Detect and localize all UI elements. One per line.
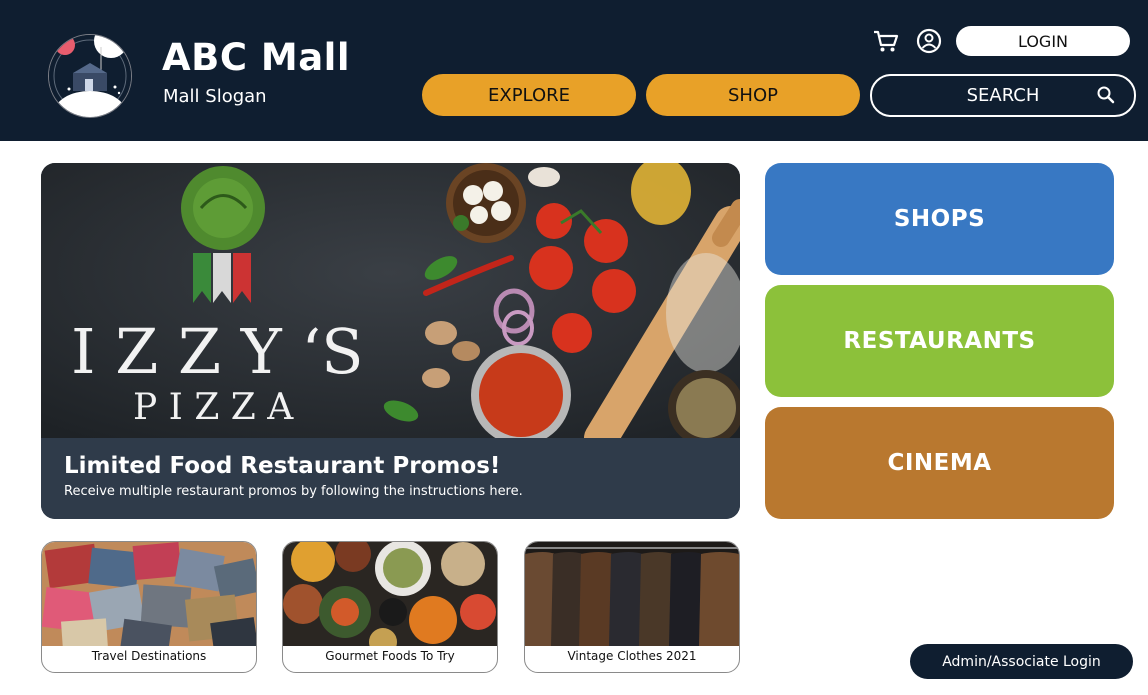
- card-label: Gourmet Foods To Try: [325, 649, 455, 663]
- hero-title: Limited Food Restaurant Promos!: [64, 453, 501, 479]
- site-header: ABC Mall Mall Slogan EXPLORE SHOP SEARCH…: [0, 0, 1148, 141]
- restaurants-button[interactable]: RESTAURANTS: [765, 285, 1114, 397]
- admin-login-button[interactable]: Admin/Associate Login: [910, 644, 1133, 679]
- shops-button[interactable]: SHOPS: [765, 163, 1114, 275]
- hero-brand-line1: I Z Z Y ‘S: [71, 315, 364, 388]
- travel-collage-image: [42, 542, 256, 646]
- hero-image: I Z Z Y ‘S P I Z Z A: [41, 163, 740, 438]
- brand-slogan: Mall Slogan: [163, 86, 267, 107]
- cart-icon[interactable]: [872, 27, 900, 55]
- search-bar[interactable]: SEARCH: [870, 74, 1136, 117]
- shop-button[interactable]: SHOP: [646, 74, 860, 116]
- explore-button[interactable]: EXPLORE: [422, 74, 636, 116]
- card-travel-destinations[interactable]: Travel Destinations: [41, 541, 257, 673]
- brand-title: ABC Mall: [162, 36, 351, 79]
- vintage-clothes-image: [525, 542, 739, 646]
- hero-promo[interactable]: I Z Z Y ‘S P I Z Z A Limited Food Restau…: [41, 163, 740, 519]
- search-icon[interactable]: [1096, 85, 1116, 105]
- user-circle-icon[interactable]: [915, 27, 943, 55]
- card-label: Travel Destinations: [91, 649, 207, 663]
- gourmet-foods-image: [283, 542, 497, 646]
- cinema-button[interactable]: CINEMA: [765, 407, 1114, 519]
- mall-logo[interactable]: [48, 34, 132, 118]
- login-button[interactable]: LOGIN: [956, 26, 1130, 56]
- search-label: SEARCH: [966, 85, 1040, 106]
- card-label: Vintage Clothes 2021: [567, 649, 697, 663]
- hero-subtitle[interactable]: Receive multiple restaurant promos by fo…: [64, 484, 523, 499]
- hero-brand-line2: P I Z Z A: [133, 387, 294, 428]
- card-gourmet-foods[interactable]: Gourmet Foods To Try: [282, 541, 498, 673]
- card-vintage-clothes[interactable]: Vintage Clothes 2021: [524, 541, 740, 673]
